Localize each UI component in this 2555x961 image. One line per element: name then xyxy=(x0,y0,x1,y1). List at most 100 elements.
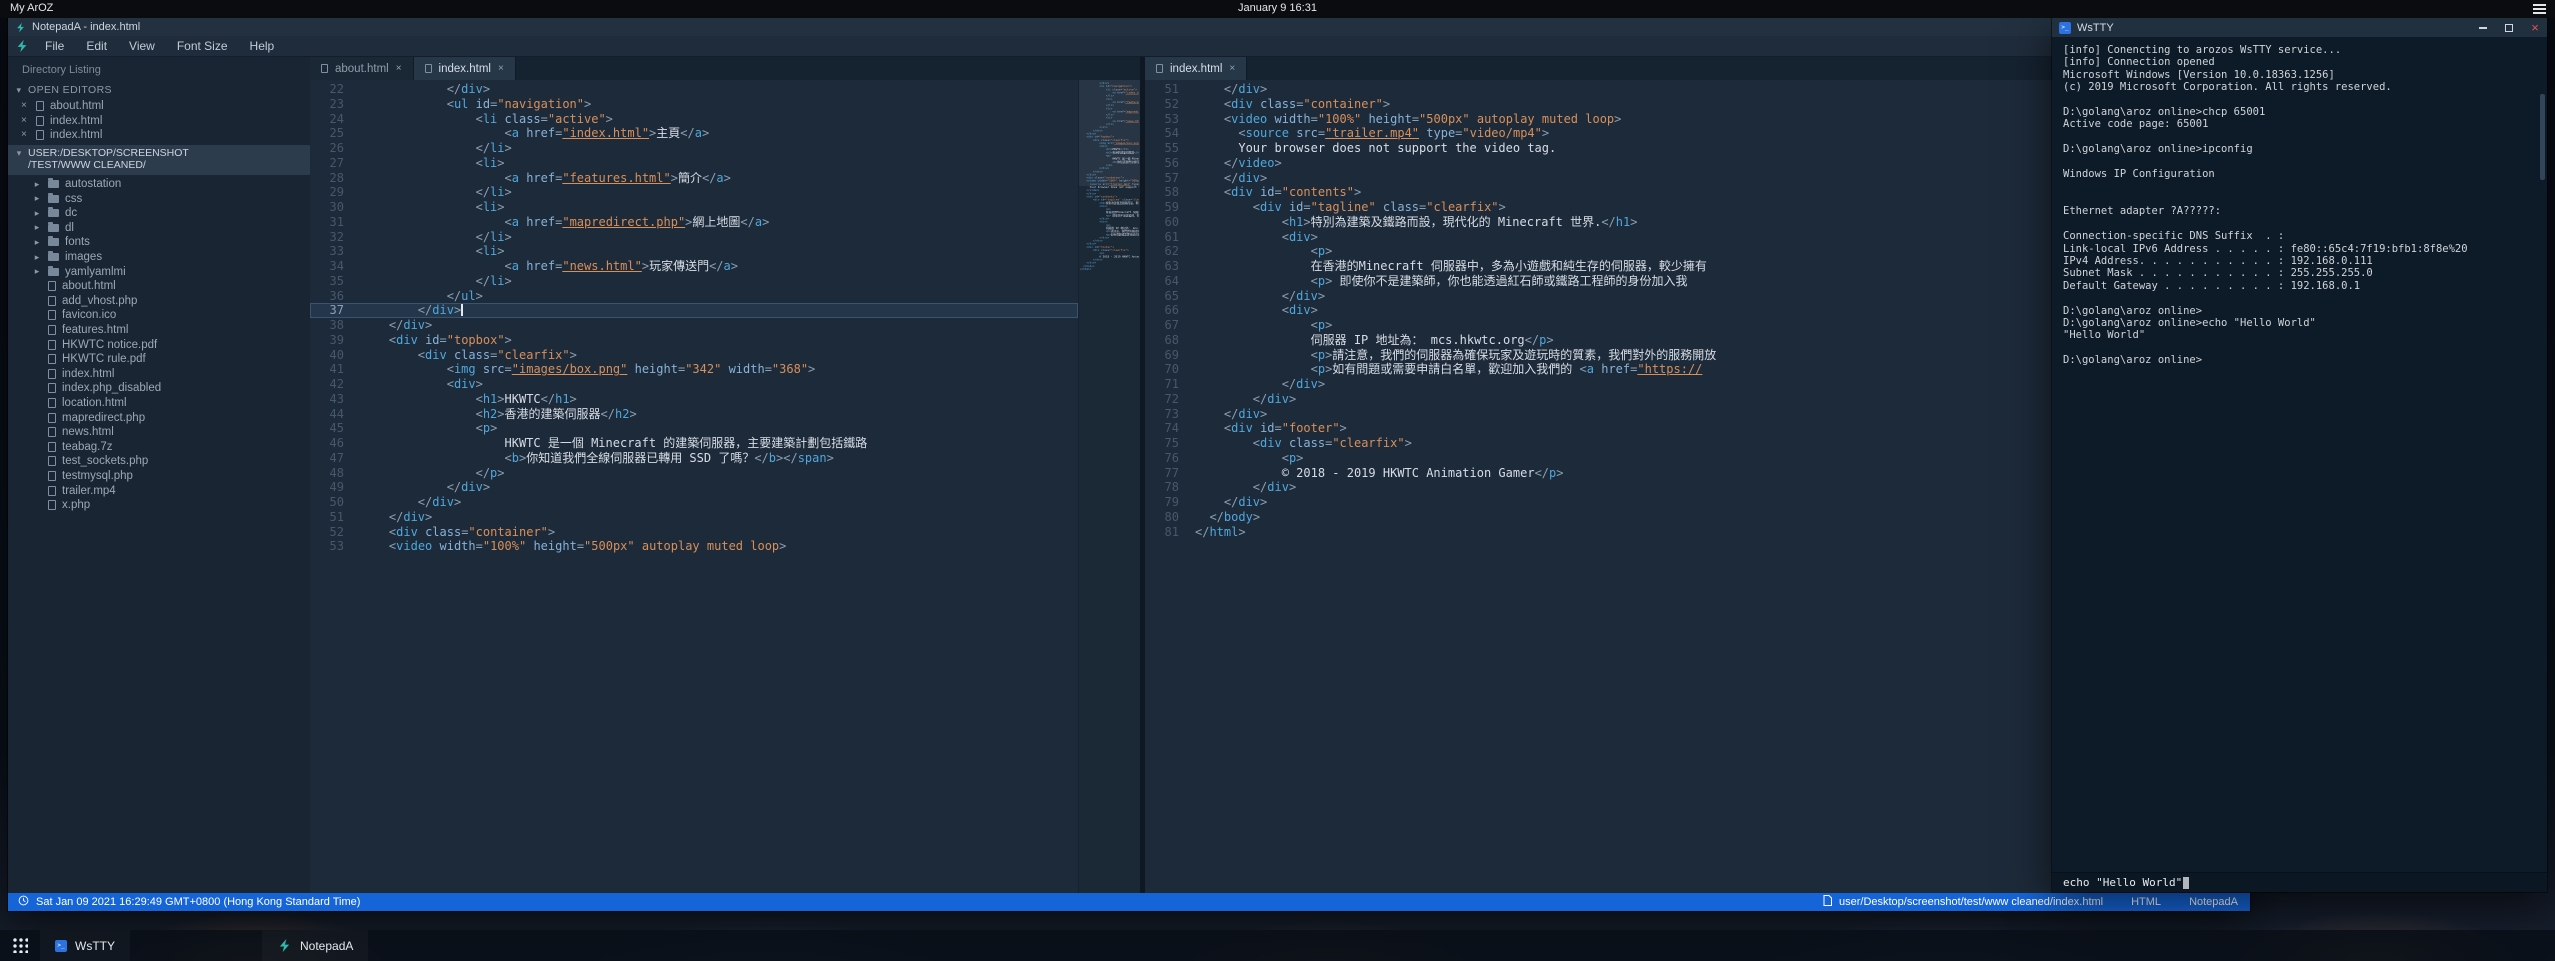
code-line[interactable]: 55 Your browser does not support the vid… xyxy=(1145,141,2188,156)
code-line[interactable]: 52 <div class="container"> xyxy=(1145,97,2188,112)
open-editor-item[interactable]: ×about.html xyxy=(8,99,310,114)
code-line[interactable]: 31 <a href="mapredirect.php">網上地圖</a> xyxy=(310,215,1078,230)
code-line[interactable]: 81</html> xyxy=(1145,525,2188,540)
tree-file[interactable]: HKWTC notice.pdf xyxy=(8,337,310,352)
wstty-titlebar[interactable]: >_ WsTTY × xyxy=(2052,18,2547,37)
start-menu-button[interactable] xyxy=(0,930,40,961)
code-line[interactable]: 37 </div> xyxy=(310,303,1078,318)
code-line[interactable]: 43 <h1>HKWTC</h1> xyxy=(310,392,1078,407)
tree-file[interactable]: features.html xyxy=(8,323,310,338)
code-line[interactable]: 29 </li> xyxy=(310,185,1078,200)
tree-folder[interactable]: ▸fonts xyxy=(8,235,310,250)
code-line[interactable]: 35 </li> xyxy=(310,274,1078,289)
tree-file[interactable]: location.html xyxy=(8,396,310,411)
os-menu-button[interactable] xyxy=(2533,4,2546,6)
terminal-scrollbar[interactable] xyxy=(2540,94,2545,180)
tree-folder[interactable]: ▸dl xyxy=(8,221,310,236)
code-lines[interactable]: 51 </div>52 <div class="container">53 <v… xyxy=(1145,80,2188,893)
code-line[interactable]: 53 <video width="100%" height="500px" au… xyxy=(310,539,1078,554)
code-line[interactable]: 70 <p>如有問題或需要申請白名單，歡迎加入我們的 <a href="http… xyxy=(1145,362,2188,377)
code-line[interactable]: 78 </div> xyxy=(1145,480,2188,495)
code-line[interactable]: 53 <video width="100%" height="500px" au… xyxy=(1145,112,2188,127)
code-line[interactable]: 58 <div id="contents"> xyxy=(1145,185,2188,200)
tree-file[interactable]: index.html xyxy=(8,367,310,382)
close-editor-icon[interactable]: × xyxy=(21,130,30,140)
code-line[interactable]: 26 </li> xyxy=(310,141,1078,156)
code-line[interactable]: 39 <div id="topbox"> xyxy=(310,333,1078,348)
code-line[interactable]: 46 HKWTC 是一個 Minecraft 的建築伺服器，主要建築計劃包括鐵路 xyxy=(310,436,1078,451)
code-line[interactable]: 62 <p> xyxy=(1145,244,2188,259)
code-line[interactable]: 45 <p> xyxy=(310,421,1078,436)
code-line[interactable]: 28 <a href="features.html">簡介</a> xyxy=(310,171,1078,186)
code-line[interactable]: 44 <h2>香港的建築伺服器</h2> xyxy=(310,407,1078,422)
menu-file[interactable]: File xyxy=(35,37,74,55)
code-line[interactable]: 49 </div> xyxy=(310,480,1078,495)
code-line[interactable]: 52 <div class="container"> xyxy=(310,525,1078,540)
close-editor-icon[interactable]: × xyxy=(21,116,30,126)
tree-file[interactable]: teabag.7z xyxy=(8,439,310,454)
close-button[interactable]: × xyxy=(2529,22,2541,34)
tab-index.html[interactable]: index.html× xyxy=(1145,57,1247,80)
code-line[interactable]: 24 <li class="active"> xyxy=(310,112,1078,127)
code-line[interactable]: 61 <div> xyxy=(1145,230,2188,245)
code-line[interactable]: 69 <p>請注意，我們的伺服器為確保玩家及遊玩時的質素，我們對外的服務開放 xyxy=(1145,348,2188,363)
tree-folder[interactable]: ▸yamlyamlmi xyxy=(8,264,310,279)
notepada-titlebar[interactable]: NotepadA - index.html × xyxy=(8,18,2250,36)
code-line[interactable]: 57 </div> xyxy=(1145,171,2188,186)
open-editor-item[interactable]: ×index.html xyxy=(8,114,310,129)
code-line[interactable]: 64 <p> 即使你不是建築師，你也能透過紅石師或鐵路工程師的身份加入我 xyxy=(1145,274,2188,289)
code-line[interactable]: 32 </li> xyxy=(310,230,1078,245)
status-language[interactable]: HTML xyxy=(2131,896,2161,908)
code-line[interactable]: 75 <div class="clearfix"> xyxy=(1145,436,2188,451)
code-line[interactable]: 67 <p> xyxy=(1145,318,2188,333)
tree-file[interactable]: HKWTC rule.pdf xyxy=(8,352,310,367)
tree-file[interactable]: add_vhost.php xyxy=(8,294,310,309)
tree-file[interactable]: x.php xyxy=(8,498,310,513)
code-line[interactable]: 47 <b>你知道我們全線伺服器已轉用 SSD 了嗎？</b></span> xyxy=(310,451,1078,466)
code-line[interactable]: 40 <div class="clearfix"> xyxy=(310,348,1078,363)
tree-folder[interactable]: ▸images xyxy=(8,250,310,265)
minimize-button[interactable] xyxy=(2477,22,2489,34)
code-line[interactable]: 27 <li> xyxy=(310,156,1078,171)
close-tab-icon[interactable]: × xyxy=(396,63,402,74)
code-line[interactable]: 63 在香港的Minecraft 伺服器中，多為小遊戲和純生存的伺服器，較少擁有 xyxy=(1145,259,2188,274)
tree-file[interactable]: favicon.ico xyxy=(8,308,310,323)
tree-file[interactable]: trailer.mp4 xyxy=(8,483,310,498)
maximize-button[interactable] xyxy=(2503,22,2515,34)
minimap[interactable]: </div> <ul id="navigation"> <li class="a… xyxy=(1078,80,1140,893)
tree-file[interactable]: mapredirect.php xyxy=(8,410,310,425)
code-line[interactable]: 38 </div> xyxy=(310,318,1078,333)
code-line[interactable]: 66 <div> xyxy=(1145,303,2188,318)
terminal-output[interactable]: [info] Conencting to arozos WsTTY servic… xyxy=(2052,37,2547,872)
code-line[interactable]: 54 <source src="trailer.mp4" type="video… xyxy=(1145,126,2188,141)
code-line[interactable]: 60 <h1>特別為建築及鐵路而設，現代化的 Minecraft 世界.</h1… xyxy=(1145,215,2188,230)
open-editor-item[interactable]: ×index.html xyxy=(8,128,310,143)
menu-help[interactable]: Help xyxy=(240,37,285,55)
code-line[interactable]: 80 </body> xyxy=(1145,510,2188,525)
menu-view[interactable]: View xyxy=(119,37,165,55)
tab-index.html[interactable]: index.html× xyxy=(414,57,516,80)
code-line[interactable]: 22 </div> xyxy=(310,82,1078,97)
code-line[interactable]: 50 </div> xyxy=(310,495,1078,510)
code-line[interactable]: 36 </ul> xyxy=(310,289,1078,304)
tree-file[interactable]: about.html xyxy=(8,279,310,294)
tree-folder[interactable]: ▸autostation xyxy=(8,177,310,192)
code-line[interactable]: 59 <div id="tagline" class="clearfix"> xyxy=(1145,200,2188,215)
code-line[interactable]: 42 <div> xyxy=(310,377,1078,392)
close-tab-icon[interactable]: × xyxy=(1229,63,1235,74)
code-line[interactable]: 71 </div> xyxy=(1145,377,2188,392)
tree-folder[interactable]: ▸css xyxy=(8,191,310,206)
code-line[interactable]: 56 </video> xyxy=(1145,156,2188,171)
taskbar-item-wstty[interactable]: >_ WsTTY xyxy=(40,930,130,961)
code-line[interactable]: 23 <ul id="navigation"> xyxy=(310,97,1078,112)
close-editor-icon[interactable]: × xyxy=(21,101,30,111)
code-lines[interactable]: 22 </div>23 <ul id="navigation">24 <li c… xyxy=(310,80,1078,893)
code-line[interactable]: 68 伺服器 IP 地址為： mcs.hkwtc.org</p> xyxy=(1145,333,2188,348)
tree-file[interactable]: index.php_disabled xyxy=(8,381,310,396)
code-line[interactable]: 76 <p> xyxy=(1145,451,2188,466)
code-line[interactable]: 30 <li> xyxy=(310,200,1078,215)
code-line[interactable]: 77 © 2018 - 2019 HKWTC Animation Gamer</… xyxy=(1145,466,2188,481)
code-line[interactable]: 48 </p> xyxy=(310,466,1078,481)
code-line[interactable]: 51 </div> xyxy=(310,510,1078,525)
code-line[interactable]: 33 <li> xyxy=(310,244,1078,259)
